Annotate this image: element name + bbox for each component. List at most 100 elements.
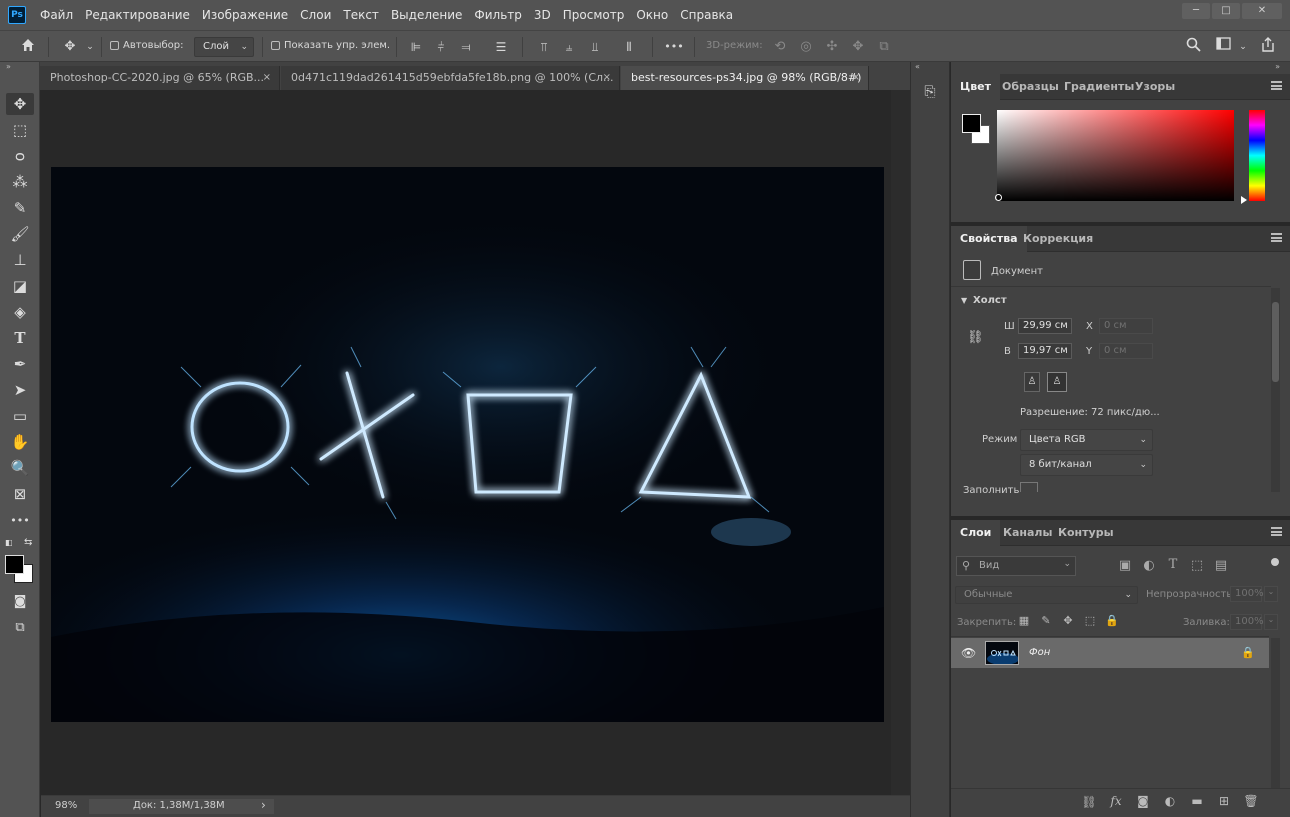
layer-lock-icon[interactable]: 🔒 — [1241, 646, 1255, 659]
link-layers-icon[interactable]: ⛓ — [1081, 795, 1097, 809]
workspace-chevron-icon[interactable]: ⌄ — [1237, 37, 1249, 57]
menu-window[interactable]: Окно — [630, 0, 674, 30]
move-tool-icon[interactable]: ✥ — [58, 37, 82, 57]
minimize-icon[interactable]: ─ — [1182, 3, 1210, 19]
more-tools-icon[interactable]: ••• — [6, 509, 34, 531]
delete-layer-icon[interactable]: 🗑 — [1243, 794, 1259, 808]
hue-slider-thumb[interactable] — [1241, 196, 1247, 204]
quick-mask-icon[interactable]: ◙ — [6, 590, 34, 612]
fx-icon[interactable]: fx — [1108, 794, 1124, 808]
menu-file[interactable]: Файл — [34, 0, 79, 30]
layers-scrollbar[interactable] — [1271, 638, 1280, 792]
adjustment-layer-icon[interactable]: ◐ — [1162, 794, 1178, 808]
lasso-tool-icon[interactable]: ᴑ — [6, 145, 34, 167]
menu-layers[interactable]: Слои — [294, 0, 337, 30]
fill-color-swatch[interactable] — [1020, 482, 1038, 492]
home-icon[interactable] — [16, 37, 40, 57]
menu-edit[interactable]: Редактирование — [79, 0, 196, 30]
share-icon[interactable] — [1258, 37, 1278, 57]
status-menu-arrow[interactable]: › — [261, 798, 266, 812]
foreground-color-swatch[interactable] — [5, 555, 24, 574]
align-middle-v-icon[interactable]: ⫨ — [560, 37, 578, 57]
opacity-chevron-icon[interactable]: ⌄ — [1264, 586, 1278, 602]
x-field[interactable]: 0 см — [1099, 318, 1153, 334]
fill-chevron-icon[interactable]: ⌄ — [1264, 614, 1278, 630]
3d-orbit-icon[interactable]: ⟲ — [770, 37, 790, 57]
zoom-level[interactable]: 98% — [55, 800, 77, 811]
artboard-tool-icon[interactable]: ⊠ — [6, 483, 34, 505]
fill-tool-icon[interactable]: ◈ — [6, 301, 34, 323]
tab-document-3[interactable]: best-resources-ps34.jpg @ 98% (RGB/8#) × — [621, 66, 869, 90]
tab-document-1[interactable]: Photoshop-CC-2020.jpg @ 65% (RGB... × — [40, 66, 280, 90]
color-mode-select[interactable]: Цвета RGB ⌄ — [1020, 429, 1153, 451]
eyedropper-tool-icon[interactable]: ✎ — [6, 197, 34, 219]
rectangle-tool-icon[interactable]: ▭ — [6, 405, 34, 427]
menu-filter[interactable]: Фильтр — [468, 0, 527, 30]
tab-paths[interactable]: Контуры — [1049, 520, 1123, 546]
add-mask-icon[interactable]: ◙ — [1135, 794, 1151, 808]
3d-pan-icon[interactable]: ✣ — [822, 37, 842, 57]
swap-colors-icon[interactable]: ⇆ — [24, 537, 32, 548]
3d-camera-icon[interactable]: ⧉ — [874, 37, 894, 57]
close-icon[interactable]: × — [852, 66, 860, 90]
filter-shape-icon[interactable]: ⬚ — [1189, 558, 1205, 573]
workspace-icon[interactable] — [1213, 37, 1233, 57]
blend-mode-select[interactable]: Обычные ⌄ — [955, 586, 1138, 604]
layer-filter-select[interactable]: ⚲ Вид ⌄ — [956, 556, 1076, 576]
distribute-icon[interactable]: ☰ — [492, 37, 510, 57]
align-center-h-icon[interactable]: ⫩ — [432, 37, 450, 57]
chevron-down-icon[interactable]: ⌄ — [84, 37, 96, 57]
width-field[interactable]: 29,99 см — [1018, 318, 1072, 334]
tab-layers[interactable]: Слои — [951, 520, 1001, 546]
menu-3d[interactable]: 3D — [528, 0, 557, 30]
visibility-eye-icon[interactable]: 👁 — [961, 646, 976, 660]
3d-roll-icon[interactable]: ◎ — [796, 37, 816, 57]
brush-tool-icon[interactable]: 🖌 — [6, 223, 34, 245]
foreground-color-chip[interactable] — [962, 114, 981, 133]
layer-name[interactable]: Фон — [1029, 647, 1050, 658]
lock-pixels-icon[interactable]: ✎ — [1039, 614, 1053, 627]
eraser-tool-icon[interactable]: ◪ — [6, 275, 34, 297]
more-options-icon[interactable]: ••• — [662, 37, 686, 57]
panel-menu-icon[interactable] — [1271, 527, 1282, 536]
distribute-vertical-icon[interactable]: ⦀ — [620, 37, 638, 57]
bit-depth-select[interactable]: 8 бит/канал ⌄ — [1020, 454, 1153, 476]
close-icon[interactable]: × — [603, 66, 611, 90]
filter-pixel-icon[interactable]: ▣ — [1117, 558, 1133, 573]
menu-help[interactable]: Справка — [674, 0, 739, 30]
landscape-orientation-icon[interactable]: ♙ — [1047, 372, 1067, 392]
menu-image[interactable]: Изображение — [196, 0, 294, 30]
close-icon[interactable]: ✕ — [1242, 3, 1282, 19]
expand-dock-icon[interactable]: « — [915, 62, 920, 71]
menu-select[interactable]: Выделение — [385, 0, 468, 30]
layer-row[interactable]: 👁 Фон 🔒 — [951, 638, 1269, 668]
properties-scrollbar[interactable] — [1271, 288, 1280, 492]
filter-adjustment-icon[interactable]: ◐ — [1141, 558, 1157, 573]
default-colors-icon[interactable]: ◧ — [5, 538, 13, 547]
align-right-icon[interactable]: ⫤ — [457, 37, 475, 57]
document-image[interactable] — [51, 167, 884, 722]
align-top-icon[interactable]: ⫪ — [535, 37, 553, 57]
tab-adjustments[interactable]: Коррекция — [1014, 226, 1102, 252]
lock-transparent-icon[interactable]: ▦ — [1017, 614, 1031, 627]
autoselect-checkbox[interactable]: Автовыбор: — [110, 40, 183, 51]
new-layer-icon[interactable]: ⊞ — [1216, 794, 1232, 808]
marquee-tool-icon[interactable]: ⬚ — [6, 119, 34, 141]
pen-tool-icon[interactable]: ✒ — [6, 353, 34, 375]
opacity-field[interactable]: 100% — [1230, 586, 1264, 602]
autoselect-select[interactable]: Слой ⌄ — [194, 37, 254, 57]
lock-all-icon[interactable]: 🔒 — [1105, 614, 1119, 627]
filter-type-icon[interactable]: T — [1165, 557, 1181, 572]
quick-select-tool-icon[interactable]: ⁂ — [6, 171, 34, 193]
path-select-tool-icon[interactable]: ➤ — [6, 379, 34, 401]
fill-field[interactable]: 100% — [1230, 614, 1264, 630]
stamp-tool-icon[interactable]: ⊥ — [6, 249, 34, 271]
link-icon[interactable]: ⛓ — [967, 330, 984, 345]
hand-tool-icon[interactable]: ✋ — [6, 431, 34, 453]
tab-patterns[interactable]: Узоры — [1126, 74, 1184, 100]
align-left-icon[interactable]: ⊫ — [407, 37, 425, 57]
canvas-section-title[interactable]: Холст — [973, 295, 1007, 306]
chevron-down-icon[interactable]: ▼ — [961, 296, 967, 305]
y-field[interactable]: 0 см — [1099, 343, 1153, 359]
type-tool-icon[interactable]: T — [6, 327, 34, 349]
